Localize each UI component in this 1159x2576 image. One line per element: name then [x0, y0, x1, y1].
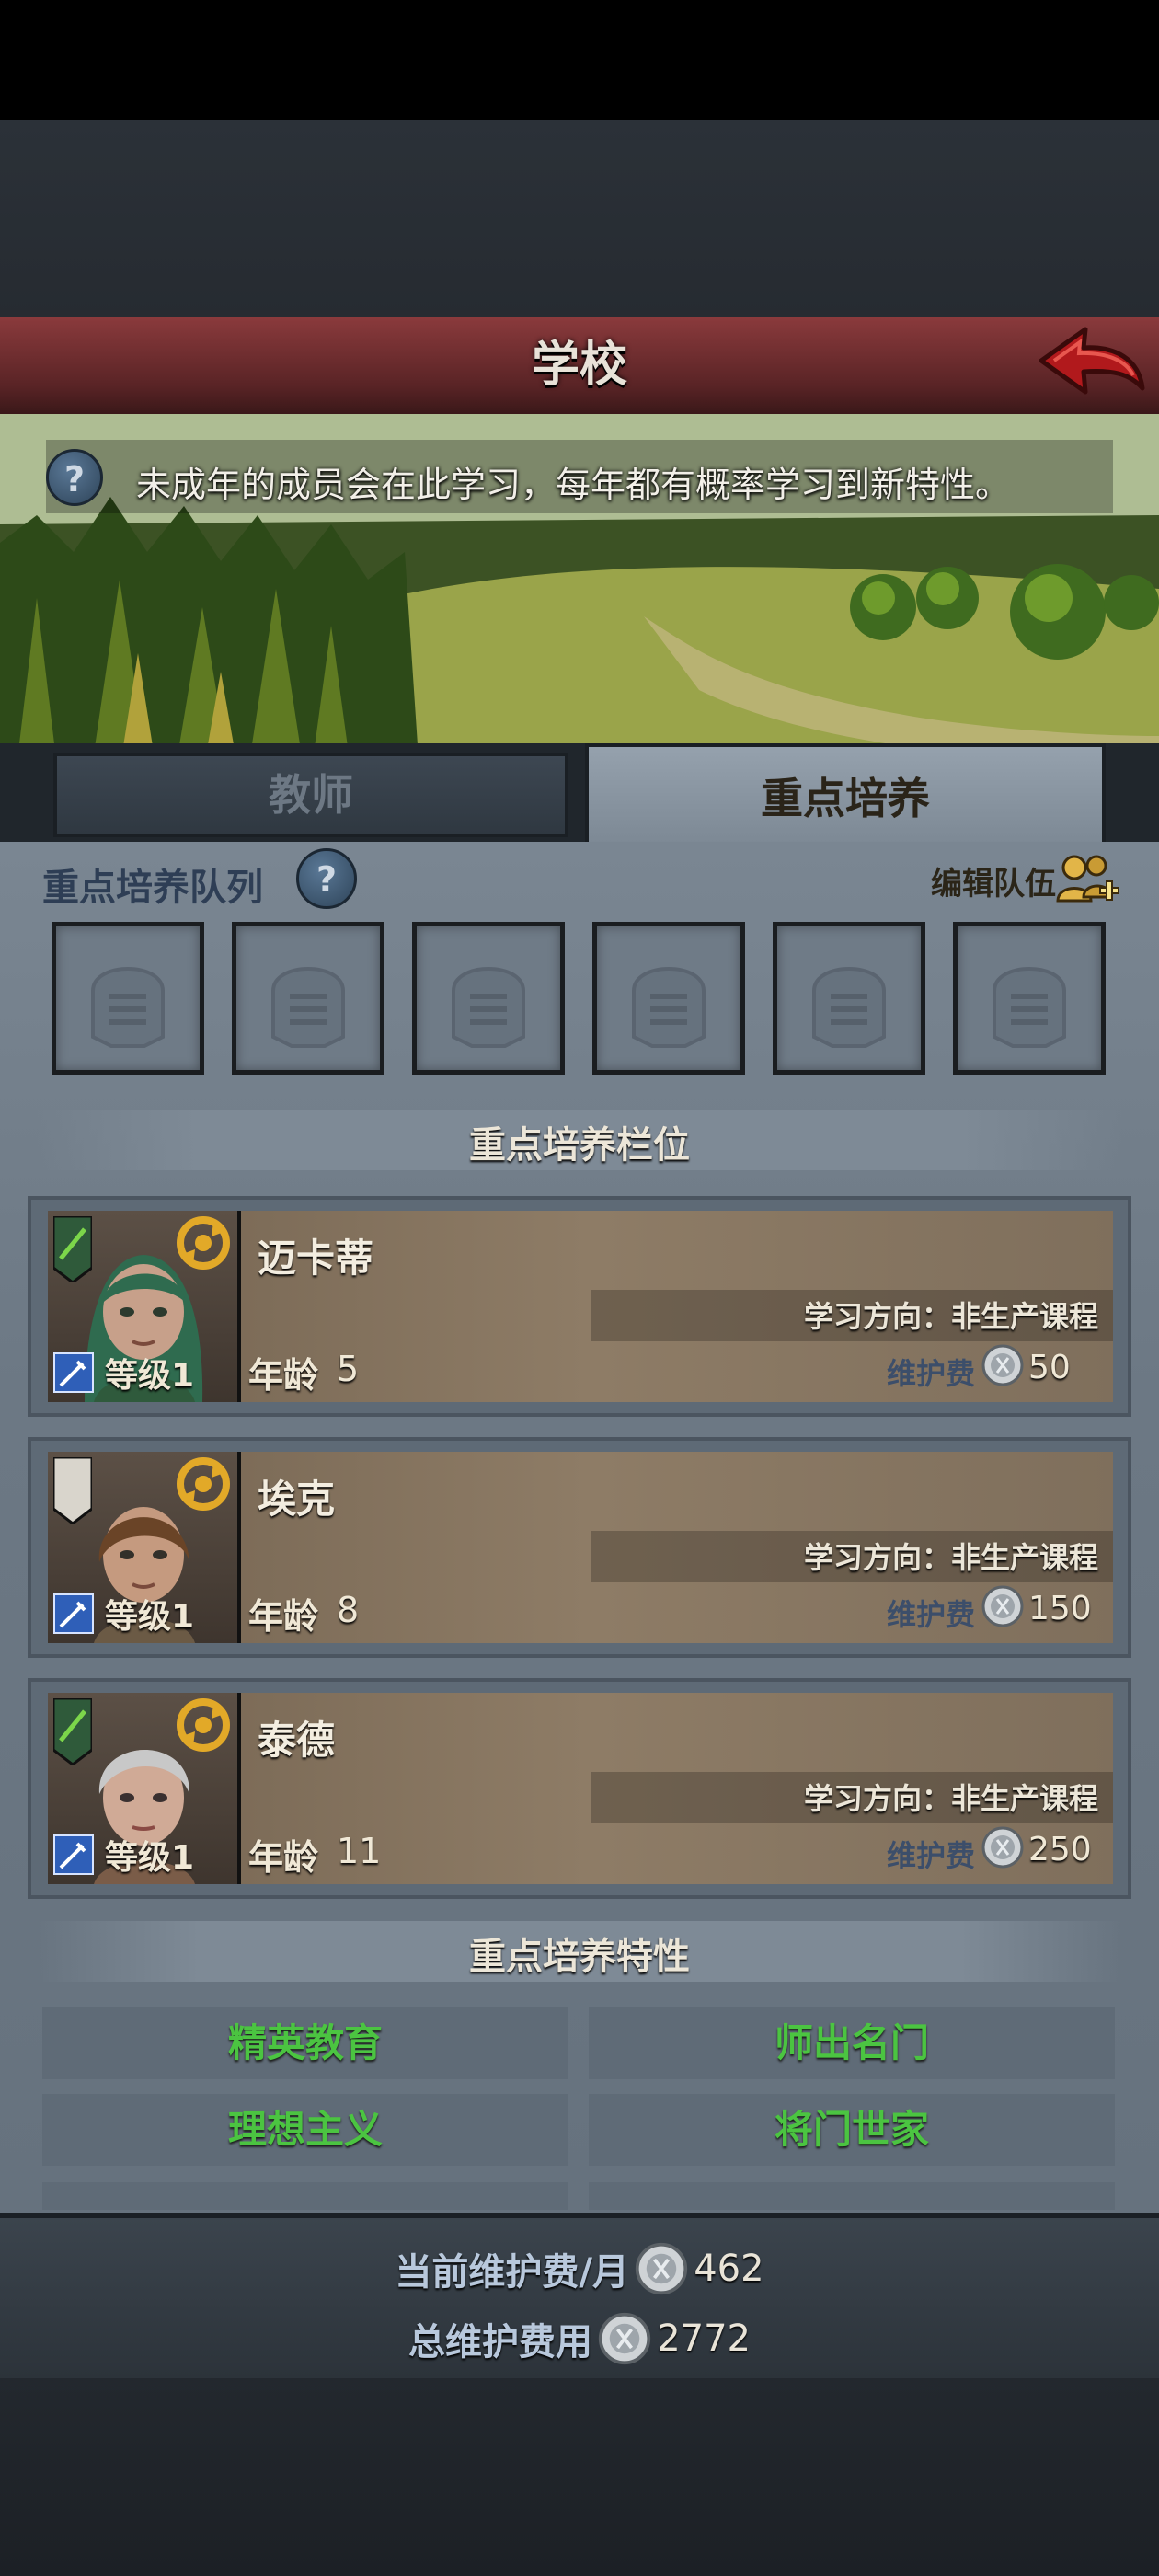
- helmet-icon: [91, 967, 165, 1048]
- member-fee: 250: [1028, 1831, 1092, 1869]
- info-text: 未成年的成员会在此学习，每年都有概率学习到新特性。: [136, 465, 1011, 505]
- member-name: 泰德: [258, 1718, 336, 1763]
- helmet-icon: [812, 967, 886, 1048]
- monthly-fee-row: 当前维护费/月 462: [0, 2241, 1159, 2296]
- trait-item[interactable]: 师出名门: [589, 2007, 1115, 2079]
- sword-badge-icon: [53, 1834, 94, 1875]
- status-strip: [0, 0, 1159, 120]
- member-fee-label: 维护费: [886, 1597, 975, 1632]
- member-age-label: 年龄: [248, 1837, 319, 1878]
- member-age-label: 年龄: [248, 1355, 319, 1396]
- back-button[interactable]: [1030, 322, 1150, 409]
- total-fee-row: 总维护费用 2772: [0, 2311, 1159, 2366]
- silver-coin-icon: [981, 1344, 1024, 1386]
- queue-label: 重点培养队列: [42, 867, 263, 909]
- queue-slots: [52, 922, 1109, 1075]
- member-study-direction: 学习方向：非生产课程: [803, 1540, 1098, 1575]
- top-band: [0, 120, 1159, 317]
- member-name: 埃克: [258, 1477, 336, 1522]
- member-card[interactable]: 等级1 迈卡蒂 学习方向：非生产课程 年龄 5 维护费 50: [48, 1211, 1113, 1402]
- trait-item-partial[interactable]: [589, 2182, 1115, 2210]
- tab-focus-training[interactable]: 重点培养: [585, 743, 1106, 846]
- sword-badge-icon: [53, 1352, 94, 1393]
- trait-item[interactable]: 理想主义: [42, 2094, 568, 2166]
- member-fee-label: 维护费: [886, 1838, 975, 1873]
- info-row: ?: [46, 449, 103, 513]
- member-age: 11: [337, 1831, 382, 1871]
- helmet-icon: [632, 967, 706, 1048]
- queue-slot[interactable]: [592, 922, 745, 1075]
- monthly-fee-value: 462: [694, 2248, 764, 2290]
- helmet-icon: [271, 967, 345, 1048]
- sword-badge-icon: [53, 1593, 94, 1634]
- member-age: 8: [337, 1590, 360, 1630]
- queue-slot[interactable]: [953, 922, 1106, 1075]
- swap-icon[interactable]: [177, 1457, 230, 1511]
- tab-teachers[interactable]: 教师: [53, 753, 568, 837]
- help-icon[interactable]: ?: [46, 449, 103, 506]
- trait-item[interactable]: 精英教育: [42, 2007, 568, 2079]
- queue-slot[interactable]: [773, 922, 925, 1075]
- member-card[interactable]: 等级1 泰德 学习方向：非生产课程 年龄 11 维护费 250: [48, 1693, 1113, 1884]
- silver-coin-icon: [598, 2312, 651, 2365]
- member-level: 等级1: [105, 1598, 195, 1636]
- member-fee: 50: [1028, 1349, 1071, 1386]
- queue-help-icon[interactable]: ?: [296, 848, 357, 909]
- silver-coin-icon: [981, 1585, 1024, 1627]
- bottom-band: [0, 2378, 1159, 2576]
- helmet-icon: [452, 967, 525, 1048]
- green-banner-icon: [53, 1698, 92, 1765]
- monthly-fee-label: 当前维护费/月: [395, 2251, 630, 2294]
- swap-icon[interactable]: [177, 1216, 230, 1270]
- slots-section-title: 重点培养栏位: [469, 1124, 690, 1167]
- member-study-direction: 学习方向：非生产课程: [803, 1299, 1098, 1334]
- back-arrow-icon: [1039, 327, 1145, 395]
- member-level: 等级1: [105, 1357, 195, 1395]
- total-fee-value: 2772: [657, 2317, 751, 2360]
- swap-icon[interactable]: [177, 1698, 230, 1752]
- member-fee: 150: [1028, 1590, 1092, 1627]
- green-banner-icon: [53, 1216, 92, 1282]
- member-card[interactable]: 等级1 埃克 学习方向：非生产课程 年龄 8 维护费 150: [48, 1452, 1113, 1643]
- silver-coin-icon: [981, 1826, 1024, 1869]
- page-title: 学校: [531, 338, 627, 393]
- member-age-label: 年龄: [248, 1596, 319, 1637]
- queue-slot[interactable]: [412, 922, 565, 1075]
- trait-item[interactable]: 将门世家: [589, 2094, 1115, 2166]
- member-age: 5: [337, 1349, 360, 1389]
- member-study-direction: 学习方向：非生产课程: [803, 1781, 1098, 1816]
- trait-item-partial[interactable]: [42, 2182, 568, 2210]
- queue-slot[interactable]: [232, 922, 384, 1075]
- member-fee-label: 维护费: [886, 1356, 975, 1391]
- white-banner-icon: [53, 1457, 92, 1524]
- member-level: 等级1: [105, 1839, 195, 1877]
- total-fee-label: 总维护费用: [408, 2321, 592, 2363]
- queue-slot[interactable]: [52, 922, 204, 1075]
- traits-section-title: 重点培养特性: [469, 1936, 690, 1978]
- silver-coin-icon: [636, 2242, 688, 2295]
- team-add-icon: [1056, 855, 1119, 903]
- member-name: 迈卡蒂: [258, 1236, 374, 1281]
- edit-team-label: 编辑队伍: [931, 866, 1056, 903]
- helmet-icon: [993, 967, 1066, 1048]
